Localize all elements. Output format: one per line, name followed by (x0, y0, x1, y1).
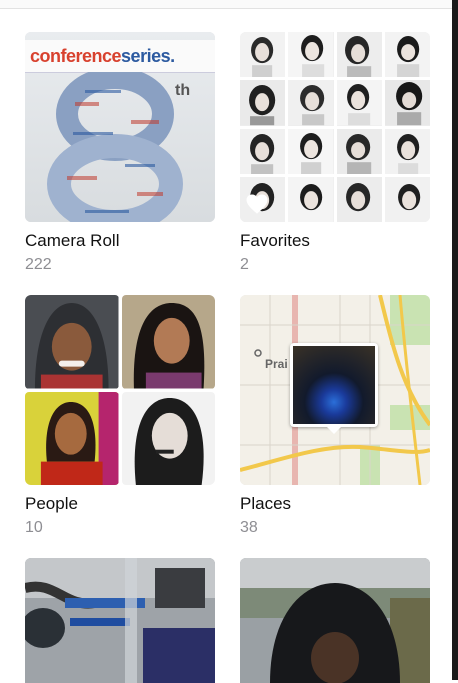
people-faces (25, 295, 215, 485)
superscript-th: th (175, 82, 191, 99)
map-label: Prai (265, 357, 288, 371)
collage-photo (288, 80, 334, 126)
face-thumbnail (121, 295, 215, 389)
top-bar (0, 0, 458, 9)
collage-photo (336, 80, 382, 126)
album-count: 2 (240, 256, 249, 273)
thumbnail-photo (240, 558, 430, 683)
window-edge (452, 0, 458, 680)
collage-photo (336, 176, 382, 222)
map-pin-tail (326, 426, 342, 434)
album-title: Camera Roll (25, 231, 120, 250)
collage-photo (384, 128, 430, 174)
collage-photo (240, 80, 286, 126)
album-favorites[interactable]: Favorites 2 (240, 32, 430, 275)
album-people[interactable]: People 10 (25, 295, 215, 538)
thumbnail-photo (25, 558, 215, 683)
album-thumbnail[interactable]: Prai (240, 295, 430, 485)
collage-photo (240, 128, 286, 174)
face-thumbnail (25, 295, 119, 389)
word-cloud-eight (47, 72, 183, 222)
album-places[interactable]: Prai Places 38 (240, 295, 430, 538)
album-unnamed-2[interactable] (240, 558, 430, 683)
callout-photo (293, 346, 375, 424)
collage-photo (384, 176, 430, 222)
map-pin-callout[interactable] (290, 343, 378, 427)
face-thumbnail (121, 391, 215, 485)
album-title: People (25, 494, 78, 513)
places-map: Prai (240, 295, 430, 485)
conference-banner: conferenceseries. (25, 40, 215, 73)
album-title: Places (240, 494, 292, 513)
album-count: 222 (25, 256, 52, 273)
album-unnamed-1[interactable] (25, 558, 215, 683)
album-thumbnail[interactable] (25, 295, 215, 485)
collage-photo (336, 32, 382, 78)
album-camera-roll[interactable]: conferenceseries. th Camera Roll 222 (25, 32, 215, 275)
album-thumbnail[interactable]: conferenceseries. th (25, 32, 215, 222)
album-count: 10 (25, 519, 43, 536)
album-title: Favorites (240, 231, 310, 250)
album-thumbnail[interactable] (240, 32, 430, 222)
heart-icon (246, 194, 268, 214)
album-count: 38 (240, 519, 258, 536)
collage-photo (384, 80, 430, 126)
face-thumbnail (25, 391, 119, 485)
collage-photo (384, 32, 430, 78)
favorites-collage (240, 32, 430, 222)
album-thumbnail[interactable] (240, 558, 430, 683)
album-thumbnail[interactable] (25, 558, 215, 683)
collage-photo (240, 32, 286, 78)
banner-text-post: series. (121, 46, 175, 66)
collage-photo (336, 128, 382, 174)
banner-text-pre: conference (30, 46, 122, 66)
collage-photo (288, 32, 334, 78)
collage-photo (288, 176, 334, 222)
collage-photo (288, 128, 334, 174)
